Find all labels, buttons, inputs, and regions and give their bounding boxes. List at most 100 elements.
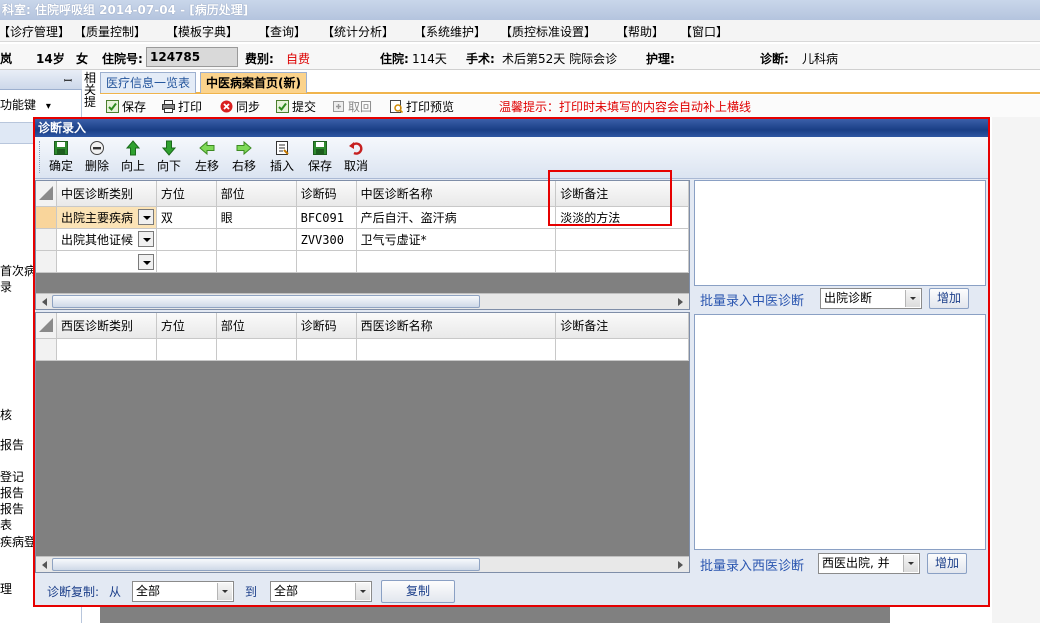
- toolbar-grip[interactable]: [39, 141, 42, 173]
- tcm-header-position[interactable]: 方位: [156, 181, 217, 207]
- print-preview-action[interactable]: 打印预览: [390, 98, 454, 115]
- western-header-site[interactable]: 部位: [216, 313, 297, 339]
- row-selector[interactable]: [36, 250, 57, 273]
- tab-tcm-front-page[interactable]: 中医病案首页(新): [200, 72, 307, 93]
- tcm-batch-list[interactable]: [694, 180, 986, 286]
- copy-to-select[interactable]: 全部: [270, 581, 372, 602]
- move-up-button[interactable]: 向上: [116, 140, 150, 176]
- tcm-cell-name[interactable]: 卫气亏虚证*: [356, 228, 557, 251]
- left-item-disease-register[interactable]: 疾病登: [0, 533, 36, 550]
- tcm-horizontal-scrollbar[interactable]: [36, 293, 689, 309]
- copy-from-select[interactable]: 全部: [132, 581, 234, 602]
- western-cell-site[interactable]: [216, 338, 297, 361]
- tab-medical-overview[interactable]: 医疗信息一览表: [100, 72, 197, 93]
- table-row[interactable]: [36, 338, 689, 361]
- left-item-report-1[interactable]: 报告: [0, 436, 24, 453]
- western-cell-category[interactable]: [56, 338, 157, 361]
- tcm-cell-remark[interactable]: [555, 228, 689, 251]
- chevron-down-icon[interactable]: [905, 290, 920, 307]
- menu-item-templates[interactable]: 【模板字典】: [166, 23, 238, 40]
- insert-button[interactable]: 插入: [265, 140, 299, 176]
- tcm-cell-site[interactable]: [216, 250, 297, 273]
- move-down-button[interactable]: 向下: [152, 140, 186, 176]
- menu-item-qc-standards[interactable]: 【质控标准设置】: [500, 23, 596, 40]
- tcm-cell-site[interactable]: [216, 228, 297, 251]
- western-header-remark[interactable]: 诊断备注: [555, 313, 689, 339]
- tcm-cell-code[interactable]: ZVV300: [296, 228, 357, 251]
- save-action[interactable]: 保存: [106, 98, 146, 115]
- western-cell-code[interactable]: [296, 338, 357, 361]
- scroll-right-icon[interactable]: [678, 298, 683, 306]
- move-right-button[interactable]: 右移: [227, 140, 261, 176]
- tcm-cell-code[interactable]: [296, 250, 357, 273]
- western-batch-list[interactable]: [694, 314, 986, 550]
- tcm-cell-name[interactable]: [356, 250, 557, 273]
- left-item-table[interactable]: 表: [0, 516, 12, 533]
- scrollbar-thumb[interactable]: [52, 558, 480, 571]
- row-selector[interactable]: [36, 228, 57, 251]
- retrieve-action[interactable]: 取回: [332, 98, 372, 115]
- pin-icon[interactable]: ꟷ: [64, 73, 72, 87]
- tcm-cell-category[interactable]: 出院其他证候: [56, 228, 157, 251]
- submit-action[interactable]: 提交: [276, 98, 316, 115]
- tcm-cell-remark[interactable]: [555, 250, 689, 273]
- cancel-button[interactable]: 取消: [339, 140, 373, 176]
- menu-item-clinical[interactable]: 【诊疗管理】: [0, 23, 70, 40]
- print-action[interactable]: 打印: [162, 98, 202, 115]
- scroll-left-icon[interactable]: [42, 298, 47, 306]
- chevron-down-icon[interactable]: [903, 555, 918, 572]
- copy-button[interactable]: 复制: [381, 580, 455, 603]
- table-row[interactable]: 出院其他证候 ZVV300 卫气亏虚证*: [36, 228, 689, 251]
- left-item-report-2[interactable]: 报告: [0, 484, 24, 501]
- chevron-down-icon[interactable]: [217, 583, 232, 600]
- menu-item-statistics[interactable]: 【统计分析】: [322, 23, 394, 40]
- tcm-cell-category[interactable]: 出院主要疾病: [56, 206, 157, 229]
- tcm-cell-name[interactable]: 产后自汗、盗汗病: [356, 206, 557, 229]
- menu-item-help[interactable]: 【帮助】: [616, 23, 664, 40]
- left-item-manage[interactable]: 理: [0, 580, 12, 597]
- grid-corner[interactable]: [36, 181, 57, 207]
- tcm-cell-category[interactable]: [56, 250, 157, 273]
- row-selector[interactable]: [36, 206, 57, 229]
- tcm-cell-position[interactable]: [156, 228, 217, 251]
- dropdown-arrow-icon[interactable]: [137, 253, 154, 270]
- tcm-add-button[interactable]: 增加: [929, 288, 969, 309]
- dropdown-arrow-icon[interactable]: [137, 209, 154, 225]
- chevron-down-icon[interactable]: [355, 583, 370, 600]
- move-left-button[interactable]: 左移: [190, 140, 224, 176]
- left-item-review[interactable]: 核: [0, 406, 12, 423]
- menu-item-maintenance[interactable]: 【系统维护】: [414, 23, 486, 40]
- western-header-category[interactable]: 西医诊断类别: [56, 313, 157, 339]
- confirm-button[interactable]: 确定: [44, 140, 78, 176]
- western-batch-select[interactable]: 西医出院, 并: [818, 553, 920, 574]
- dropdown-arrow-icon[interactable]: [137, 231, 154, 247]
- tcm-header-code[interactable]: 诊断码: [296, 181, 357, 207]
- tcm-header-name[interactable]: 中医诊断名称: [356, 181, 557, 207]
- table-row[interactable]: [36, 250, 689, 273]
- tcm-cell-code[interactable]: BFC091: [296, 206, 357, 229]
- western-header-name[interactable]: 西医诊断名称: [356, 313, 557, 339]
- toolbar-save-button[interactable]: 保存: [303, 140, 337, 176]
- western-add-button[interactable]: 增加: [927, 553, 967, 574]
- western-cell-position[interactable]: [156, 338, 217, 361]
- western-cell-name[interactable]: [356, 338, 557, 361]
- grid-corner[interactable]: [36, 313, 57, 339]
- scroll-left-icon[interactable]: [42, 561, 47, 569]
- sync-action[interactable]: 同步: [220, 98, 260, 115]
- delete-button[interactable]: 删除: [80, 140, 114, 176]
- tcm-header-category[interactable]: 中医诊断类别: [56, 181, 157, 207]
- western-header-position[interactable]: 方位: [156, 313, 217, 339]
- tcm-batch-select[interactable]: 出院诊断: [820, 288, 922, 309]
- row-selector[interactable]: [36, 338, 57, 361]
- left-item-report-3[interactable]: 报告: [0, 500, 24, 517]
- tcm-cell-position[interactable]: 双: [156, 206, 217, 229]
- scroll-right-icon[interactable]: [678, 561, 683, 569]
- western-header-code[interactable]: 诊断码: [296, 313, 357, 339]
- western-horizontal-scrollbar[interactable]: [36, 556, 689, 572]
- scrollbar-thumb[interactable]: [52, 295, 480, 308]
- left-item-register[interactable]: 登记: [0, 468, 24, 485]
- left-item-record[interactable]: 录: [0, 278, 12, 295]
- menu-item-quality[interactable]: 【质量控制】: [74, 23, 146, 40]
- tcm-cell-site[interactable]: 眼: [216, 206, 297, 229]
- menu-item-query[interactable]: 【查询】: [258, 23, 306, 40]
